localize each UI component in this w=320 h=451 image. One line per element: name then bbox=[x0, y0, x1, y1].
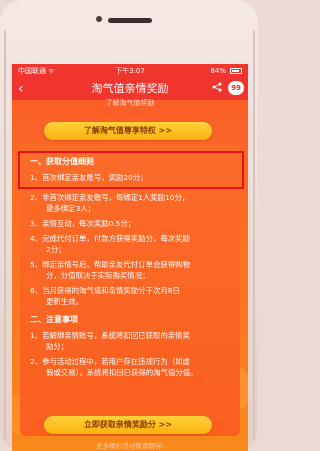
app-screen: 中国联通 ᯤ 下午3:07 84% ‹ 淘气值亲情奖励 99 了解淘气值奖励 了… bbox=[12, 64, 248, 451]
phone-frame: 中国联通 ᯤ 下午3:07 84% ‹ 淘气值亲情奖励 99 了解淘气值奖励 了… bbox=[0, 0, 258, 451]
earpiece-speaker bbox=[108, 18, 152, 23]
section-title-notes: 二、注意事项 bbox=[30, 315, 78, 324]
note-item-continued: 假或交易），系统将扣回已获得的淘气值分值。 bbox=[46, 368, 198, 377]
footer-text: 更多精彩活动敬请期待! bbox=[96, 442, 164, 450]
rule-item: 4、完成代付订单，付款方获得奖励分，每次奖励 bbox=[30, 234, 190, 243]
rule-item-continued: 更新生效。 bbox=[46, 297, 83, 306]
rule-item: 2、非首次绑定亲友账号，每绑定1人奖励10分， bbox=[30, 193, 190, 202]
phone-side-edge bbox=[253, 30, 255, 440]
rule-item-continued: 分，分值取决于实际购买情况； bbox=[46, 271, 150, 280]
note-item: 1、若解绑亲情账号，系统将扣回已获取的亲情奖 bbox=[30, 331, 190, 340]
highlight-box bbox=[18, 151, 244, 189]
battery-percent: 84% bbox=[210, 67, 226, 75]
battery-icon bbox=[230, 68, 242, 74]
notification-badge[interactable]: 99 bbox=[228, 81, 244, 95]
phone-side-edge bbox=[4, 30, 6, 440]
top-hint-text: 了解淘气值奖励 bbox=[105, 99, 155, 107]
rule-item: 6、当月获得的淘气值和亲情奖励分于次月8日 bbox=[30, 286, 180, 295]
status-bar: 中国联通 ᯤ 下午3:07 84% bbox=[12, 64, 248, 78]
claim-reward-button[interactable]: 立即获取亲情奖励分 >> bbox=[44, 416, 212, 434]
rule-item: 3、亲情互动，每次奖励0.5分； bbox=[30, 219, 136, 228]
note-item-continued: 励分； bbox=[46, 342, 69, 351]
rule-item: 5、绑定亲情号后，帮助亲友代付订单会获得购物 bbox=[30, 260, 190, 269]
rule-item-continued: 2分； bbox=[46, 245, 66, 254]
rule-item-continued: 最多绑定3人； bbox=[46, 204, 96, 213]
share-icon[interactable] bbox=[212, 82, 222, 95]
nav-bar: ‹ 淘气值亲情奖励 99 bbox=[12, 78, 248, 100]
front-camera bbox=[96, 16, 102, 22]
learn-more-button[interactable]: 了解淘气值尊享特权 >> bbox=[44, 122, 212, 140]
note-item: 2、参与活动过程中，若用户存在违规行为（如虚 bbox=[30, 357, 190, 366]
